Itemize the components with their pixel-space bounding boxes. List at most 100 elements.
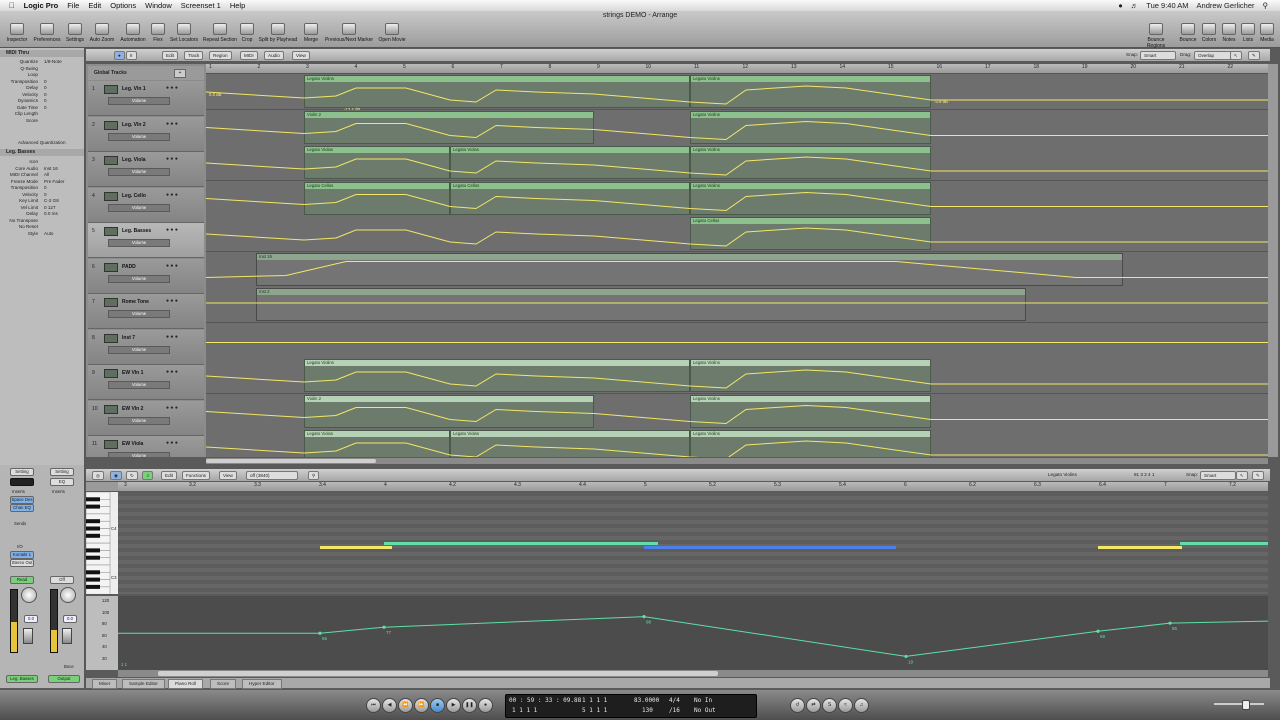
tab-mixer[interactable]: Mixer — [92, 679, 118, 689]
set-locators-button[interactable]: Set Locators — [168, 23, 200, 43]
pr-catch-button[interactable]: ↻ — [126, 471, 138, 480]
pan-knob-1[interactable] — [21, 587, 37, 603]
track-header[interactable]: 6 PADD ● ● ● Volume — [88, 258, 204, 294]
rewind-icon[interactable]: ⏪ — [398, 698, 413, 713]
merge-button[interactable]: Merge — [301, 23, 321, 43]
media-button[interactable]: Media — [1258, 23, 1276, 43]
track-name[interactable]: PADD — [122, 264, 136, 270]
midi-note[interactable] — [384, 542, 658, 545]
velocity-point[interactable] — [1168, 621, 1172, 625]
record-icon[interactable]: ● — [478, 698, 493, 713]
menu-edit[interactable]: Edit — [88, 1, 101, 10]
track-header[interactable]: 1 Leg. Vln 1 ● ● ● Volume — [88, 81, 204, 116]
mute-solo-icon[interactable]: ● ● ● — [166, 121, 178, 127]
midi-note[interactable] — [1180, 542, 1268, 545]
sync-icon[interactable]: ≈ — [838, 698, 853, 713]
preferences-button[interactable]: Preferences — [32, 23, 62, 43]
track-header[interactable]: 3 Leg. Viola ● ● ● Volume — [88, 152, 204, 187]
stop-icon[interactable]: ■ — [430, 698, 445, 713]
pr-link-button[interactable]: ◎ — [92, 471, 105, 480]
cycle-icon[interactable]: ↺ — [790, 698, 805, 713]
pr-menu-functions[interactable]: Functions — [182, 471, 210, 480]
go-to-start-icon[interactable]: ⏮ — [366, 698, 381, 713]
inspector-row[interactable]: Transposition 0 — [2, 79, 82, 85]
automation-param-select[interactable]: Volume — [108, 97, 170, 105]
repeat-section-button[interactable]: Repeat Section — [202, 23, 238, 43]
arrange-area[interactable]: Legato Violins Legato Violins 0.0 dB -3.9 d… — [206, 74, 1268, 457]
black-key[interactable] — [86, 577, 100, 582]
track-header[interactable]: 7 Rome Tone ● ● ● Volume — [88, 294, 204, 329]
inspector-row[interactable]: Velocity 0 — [2, 92, 82, 98]
tab-hyper-editor[interactable]: Hyper Editor — [242, 679, 282, 689]
inspector-row-value[interactable]: 0 — [44, 85, 47, 90]
track-name[interactable]: Leg. Viola — [122, 157, 146, 163]
black-key[interactable] — [86, 504, 100, 509]
pr-snap-select[interactable]: Smart — [1200, 471, 1236, 480]
snap-select[interactable]: Smart — [1140, 51, 1176, 60]
pr-pointer-tool[interactable]: ↖ — [1236, 471, 1248, 480]
link-button[interactable]: ● — [114, 51, 125, 60]
setting-button-2[interactable]: Setting — [50, 468, 74, 476]
arrange-menu-audio[interactable]: Audio — [264, 51, 284, 60]
pr-horizontal-scrollbar[interactable] — [118, 670, 1268, 677]
auto-zoom-button[interactable]: Auto Zoom — [88, 23, 116, 43]
inspector-row[interactable]: Quantize 1/8-Note — [2, 59, 82, 65]
mute-solo-icon[interactable]: ● ● ● — [166, 227, 178, 233]
track-header[interactable]: 2 Leg. Vln 2 ● ● ● Volume — [88, 116, 204, 152]
open-movie-button[interactable]: Open Movie — [377, 23, 407, 43]
inspector-midi-thru[interactable]: MIDI Thru — [0, 50, 84, 57]
automation-param-select[interactable]: Volume — [108, 168, 170, 176]
inspector-track-row[interactable]: Key Limit C-2 G8 — [2, 198, 82, 204]
tab-piano-roll[interactable]: Piano Roll — [168, 679, 203, 689]
pr-pencil-tool[interactable]: ✎ — [1252, 471, 1264, 480]
bounce-button[interactable]: Bounce — [1178, 23, 1198, 43]
settings-button[interactable]: Settings — [63, 23, 87, 43]
global-tracks-header[interactable]: Global Tracks + — [88, 66, 204, 80]
strip-name-2[interactable]: Output — [48, 675, 80, 683]
bar-ruler[interactable]: 1 2 3 4 5 6 7 8 9 10 11 12 13 14 15 16 17 18 19 20 21 22 — [206, 64, 1268, 74]
menu-screenset[interactable]: Screenset 1 — [181, 1, 221, 10]
automation-param-select[interactable]: Volume — [108, 203, 170, 212]
automation-param-select[interactable]: Volume — [108, 416, 170, 425]
inspector-row-value[interactable]: 0 — [44, 98, 47, 103]
eq-display-1[interactable] — [10, 478, 34, 486]
black-key[interactable] — [86, 584, 100, 589]
automation-off-button[interactable]: Off — [50, 576, 74, 584]
flex-button[interactable]: Flex — [150, 23, 166, 43]
velocity-point[interactable] — [318, 631, 322, 635]
inspector-track-row[interactable]: No Transpose — [2, 218, 82, 224]
inspector-row-value[interactable]: 1/8-Note — [44, 59, 62, 64]
volume-icon[interactable]: ♬ — [1131, 1, 1139, 10]
mute-solo-icon[interactable]: ● ● ● — [166, 298, 178, 304]
menu-file[interactable]: File — [67, 1, 79, 10]
pause-icon[interactable]: ❚❚ — [462, 698, 477, 713]
automation-read-button[interactable]: Read — [10, 576, 34, 584]
inspector-row-value[interactable]: 0.0 ms — [44, 211, 58, 216]
automation-param-select[interactable]: Volume — [108, 239, 170, 247]
inspector-button[interactable]: Inspector — [4, 23, 30, 43]
inspector-row-value[interactable]: 0 — [44, 105, 47, 110]
midi-note[interactable] — [320, 546, 392, 549]
fader-value-2[interactable]: 0.0 — [63, 615, 77, 623]
black-key[interactable] — [86, 519, 100, 524]
black-key[interactable] — [86, 533, 100, 538]
inspector-track-row[interactable]: Delay 0.0 ms — [2, 211, 82, 217]
track-header[interactable]: 5 Leg. Basses ● ● ● Volume — [88, 223, 204, 258]
lists-button[interactable]: Lists — [1240, 23, 1256, 43]
pr-midi-in-button[interactable]: ◉ — [110, 471, 123, 480]
insert-slot-1[interactable]: Space Des — [10, 496, 34, 504]
automation-line[interactable] — [206, 85, 1268, 105]
pr-param-select[interactable]: off (3840) — [246, 471, 298, 480]
automation-param-select[interactable]: Volume — [108, 310, 170, 318]
menubar-user[interactable]: Andrew Gerlicher — [1197, 1, 1255, 10]
inspector-row[interactable]: Loop — [2, 72, 82, 78]
pointer-tool[interactable]: ↖ — [1230, 51, 1242, 60]
black-key[interactable] — [86, 548, 100, 553]
mute-solo-icon[interactable]: ● ● ● — [166, 156, 178, 162]
insert-slot-2[interactable]: Chan EQ — [10, 504, 34, 512]
arrange-menu-midi[interactable]: MIDI — [240, 51, 258, 60]
advanced-quantization[interactable]: Advanced Quantization — [2, 140, 82, 146]
black-key[interactable] — [86, 555, 100, 560]
arrange-vertical-scrollbar[interactable] — [1268, 64, 1278, 457]
automation-param-select[interactable]: Volume — [108, 274, 170, 283]
